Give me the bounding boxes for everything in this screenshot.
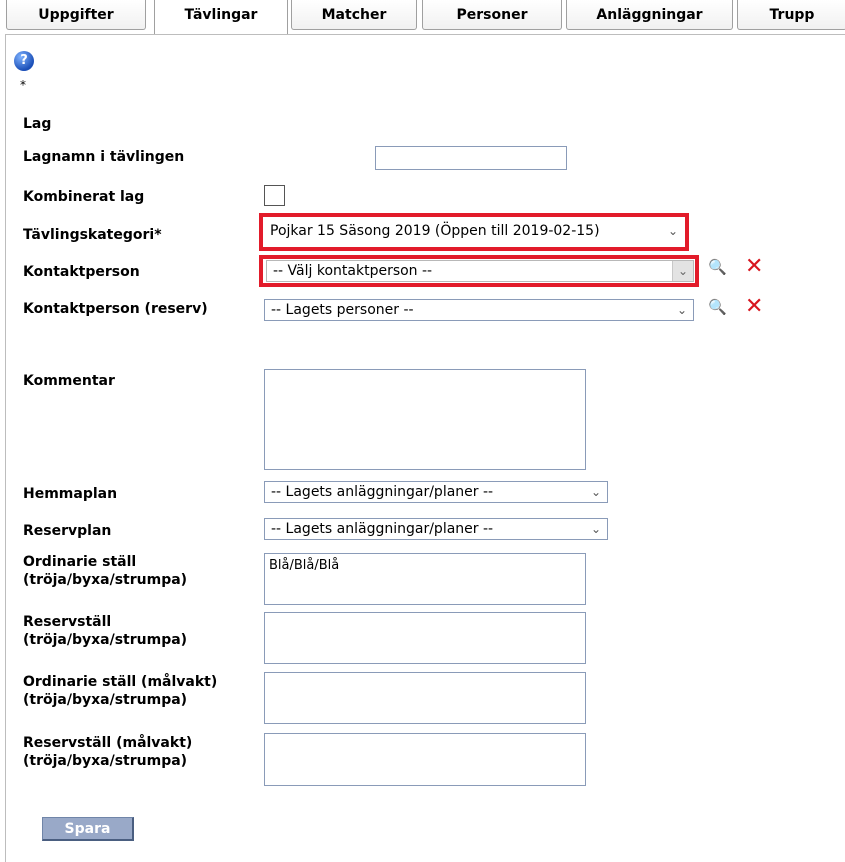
kit-gk-ordinary-textarea[interactable] — [264, 672, 586, 724]
tab-matcher[interactable]: Matcher — [291, 0, 417, 30]
section-label-lag: Lag — [23, 116, 52, 132]
reserve-ground-select[interactable]: -- Lagets anläggningar/planer -- ⌄ — [264, 518, 608, 540]
team-name-label: Lagnamn i tävlingen — [23, 149, 185, 165]
kit-gk-ordinary-label: Ordinarie ställ (målvakt) (tröja/byxa/st… — [23, 674, 218, 708]
contact-person-reserve-label: Kontaktperson (reserv) — [23, 301, 208, 317]
kit-reserve-textarea[interactable] — [264, 612, 586, 664]
tab-tavlingar[interactable]: Tävlingar — [154, 0, 288, 38]
save-button[interactable]: Spara — [42, 817, 134, 841]
binoculars-search-icon[interactable]: 🔍 — [708, 258, 727, 276]
chevron-down-icon: ⌄ — [676, 303, 687, 317]
contact-person-select[interactable]: -- Välj kontaktperson -- ⌄ — [266, 260, 694, 282]
help-icon[interactable]: ? — [14, 51, 34, 71]
comment-textarea[interactable] — [264, 369, 586, 470]
binoculars-search-icon[interactable]: 🔍 — [708, 298, 727, 316]
kit-gk-reserve-label: Reservställ (målvakt) (tröja/byxa/strump… — [23, 735, 193, 769]
tab-uppgifter[interactable]: Uppgifter — [6, 0, 146, 30]
kit-reserve-label: Reservställ (tröja/byxa/strumpa) — [23, 614, 188, 648]
clear-x-icon[interactable]: ✕ — [745, 296, 763, 318]
kit-ordinary-textarea[interactable]: Blå/Blå/Blå — [264, 553, 586, 605]
chevron-down-icon: ⌄ — [672, 261, 693, 281]
chevron-down-icon: ⌄ — [590, 485, 601, 499]
combined-team-checkbox[interactable] — [264, 185, 285, 206]
chevron-down-icon: ⌄ — [590, 522, 601, 536]
required-marker: * — [20, 78, 26, 92]
reserve-ground-label: Reservplan — [23, 523, 112, 539]
team-name-input[interactable] — [375, 146, 567, 170]
tab-personer[interactable]: Personer — [422, 0, 562, 30]
home-ground-select[interactable]: -- Lagets anläggningar/planer -- ⌄ — [264, 481, 608, 503]
tab-trupp[interactable]: Trupp — [737, 0, 845, 30]
contact-person-reserve-select[interactable]: -- Lagets personer -- ⌄ — [264, 299, 694, 321]
chevron-down-icon: ⌄ — [667, 224, 678, 238]
contact-person-label: Kontaktperson — [23, 264, 140, 280]
kit-gk-reserve-textarea[interactable] — [264, 733, 586, 786]
comment-label: Kommentar — [23, 373, 115, 389]
kit-ordinary-label: Ordinarie ställ (tröja/byxa/strumpa) — [23, 554, 188, 588]
home-ground-label: Hemmaplan — [23, 486, 118, 502]
competition-category-label: Tävlingskategori* — [23, 227, 162, 243]
clear-x-icon[interactable]: ✕ — [745, 256, 763, 278]
tab-bar: Uppgifter Tävlingar Matcher Personer Anl… — [0, 0, 845, 38]
tab-anlaggningar[interactable]: Anläggningar — [566, 0, 733, 30]
combined-team-label: Kombinerat lag — [23, 189, 145, 205]
competition-category-select[interactable]: Pojkar 15 Säsong 2019 (Öppen till 2019-0… — [264, 221, 684, 243]
